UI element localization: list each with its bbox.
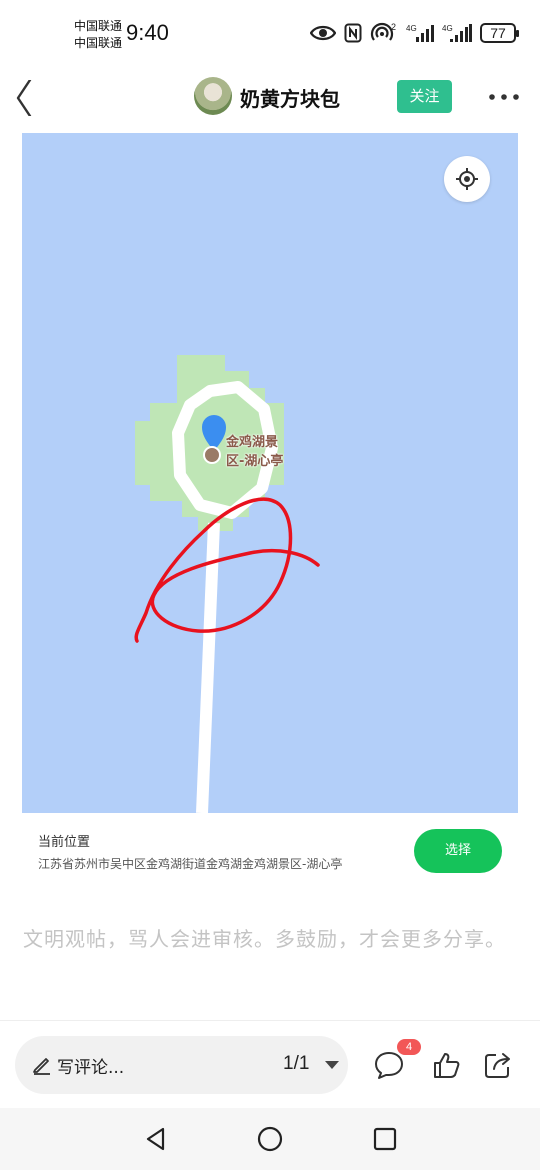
carrier-1: 中国联通 bbox=[74, 19, 123, 33]
hotspot-sup: 2 bbox=[391, 22, 396, 32]
page-indicator[interactable]: 1/1 bbox=[283, 1053, 309, 1075]
carrier-info: 中国联通 中国联通 bbox=[74, 18, 122, 52]
username[interactable]: 奶黄方块包 bbox=[240, 83, 340, 112]
select-label: 选择 bbox=[444, 843, 471, 858]
status-bar: 中国联通 中国联通 9:40 2 4G 4G 77 bbox=[0, 0, 540, 70]
eye-icon bbox=[310, 25, 336, 41]
comment-count-badge: 4 bbox=[397, 1039, 421, 1055]
clock: 9:40 bbox=[126, 20, 169, 45]
location-card: 当前位置 江苏省苏州市吴中区金鸡湖街道金鸡湖金鸡湖景区-湖心亭 选择 bbox=[22, 813, 518, 889]
share-icon[interactable] bbox=[482, 1049, 514, 1081]
nav-home-icon[interactable] bbox=[256, 1125, 284, 1153]
signal-1-label: 4G bbox=[406, 24, 417, 33]
poi-label-line-1: 金鸡湖景 bbox=[226, 435, 279, 450]
pen-icon bbox=[33, 1058, 50, 1075]
comment-hint: 文明观帖，骂人会进审核。多鼓励，才会更多分享。 bbox=[23, 927, 506, 951]
pager-dropdown-icon[interactable] bbox=[325, 1061, 339, 1069]
signal-2-label: 4G bbox=[442, 24, 453, 33]
carrier-2: 中国联通 bbox=[74, 36, 123, 50]
back-button[interactable] bbox=[10, 78, 46, 118]
signal-2-icon: 4G bbox=[442, 24, 472, 42]
comment-placeholder: 写评论... bbox=[57, 1058, 125, 1078]
bottom-divider bbox=[0, 1020, 540, 1021]
system-nav-bar bbox=[0, 1108, 540, 1170]
location-address: 江苏省苏州市吴中区金鸡湖街道金鸡湖金鸡湖景区-湖心亭 bbox=[38, 857, 343, 871]
location-title: 当前位置 bbox=[38, 835, 91, 850]
comment-input[interactable]: 写评论... 1/1 bbox=[15, 1036, 348, 1094]
nav-recents-icon[interactable] bbox=[371, 1125, 399, 1153]
causeway-road bbox=[196, 522, 220, 813]
signal-1-icon: 4G bbox=[406, 24, 434, 42]
post-header: 奶黄方块包 关注 bbox=[0, 70, 540, 132]
map-terrain bbox=[134, 355, 320, 813]
hotspot-icon: 2 bbox=[370, 22, 396, 41]
thumb-up-icon[interactable] bbox=[431, 1049, 463, 1081]
map-view[interactable]: 金鸡湖景 区-湖心亭 bbox=[22, 133, 518, 813]
locate-icon bbox=[456, 168, 478, 190]
follow-button[interactable]: 关注 bbox=[397, 80, 452, 113]
locate-button[interactable] bbox=[444, 156, 490, 202]
nav-back-icon[interactable] bbox=[142, 1125, 170, 1153]
poi-label-line-2: 区-湖心亭 bbox=[226, 454, 284, 469]
battery-indicator: 77 bbox=[480, 23, 519, 43]
chevron-left-icon bbox=[16, 78, 32, 118]
select-button[interactable]: 选择 bbox=[414, 829, 502, 873]
avatar[interactable] bbox=[194, 77, 232, 115]
more-button[interactable] bbox=[486, 84, 522, 110]
more-dots-icon bbox=[489, 94, 519, 100]
nfc-icon bbox=[344, 23, 362, 43]
poi-label[interactable]: 金鸡湖景 区-湖心亭 bbox=[226, 433, 283, 471]
status-icons: 2 4G 4G 77 bbox=[310, 22, 519, 44]
